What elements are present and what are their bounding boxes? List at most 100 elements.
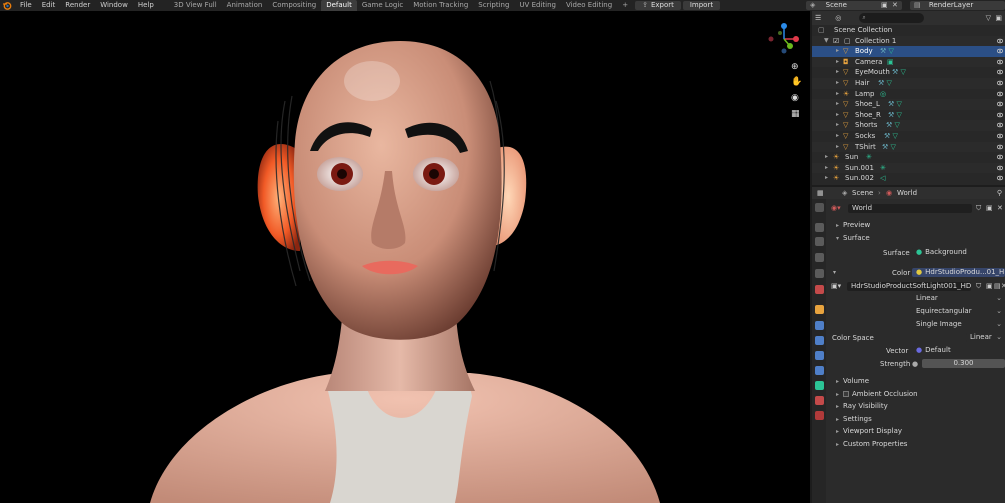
outliner-row-sun[interactable]: ▸ ☀ Sun ✳ — [812, 152, 1005, 163]
constraints-tab-icon[interactable] — [815, 366, 824, 375]
properties-editor-icon[interactable]: ▦ — [817, 189, 824, 197]
eye-icon[interactable] — [997, 80, 1003, 86]
render-layer-selector[interactable]: ▤ RenderLayer — [910, 1, 1005, 10]
export-button[interactable]: ⇪ Export — [635, 1, 681, 10]
expand-icon[interactable]: ▼ — [824, 36, 829, 47]
eye-icon[interactable] — [997, 48, 1003, 54]
ao-checkbox[interactable] — [843, 391, 850, 397]
section-ambient-occlusion[interactable]: ▸ Ambient Occlusion — [836, 390, 918, 398]
strength-slider[interactable]: 0.300 — [922, 359, 1005, 368]
eye-icon[interactable] — [997, 133, 1003, 139]
section-volume[interactable]: ▸ Volume — [836, 377, 869, 385]
unlink-icon[interactable]: ✕ — [997, 204, 1003, 212]
modifier-tab-icon[interactable] — [815, 321, 824, 330]
camera-view-icon[interactable]: ◉ — [791, 93, 799, 103]
new-collection-icon[interactable]: ▣ — [995, 14, 1002, 22]
eye-icon[interactable] — [997, 59, 1003, 65]
tab-uv-editing[interactable]: UV Editing — [514, 0, 561, 11]
outliner-row-socks[interactable]: ▸ ▽ Socks ⚒ ▽ — [812, 131, 1005, 142]
eye-icon[interactable] — [997, 101, 1003, 107]
copy-icon[interactable]: ▣ — [881, 1, 888, 10]
expand-arrow-icon[interactable]: ▾ — [833, 269, 836, 276]
outliner-row-shoe-l[interactable]: ▸ ▽ Shoe_L ⚒ ▽ — [812, 99, 1005, 110]
section-custom-properties[interactable]: ▸ Custom Properties — [836, 440, 907, 448]
image-name-field[interactable]: HdrStudioProductSoftLight001_HDR_4K... — [847, 282, 971, 291]
eye-icon[interactable] — [997, 165, 1003, 171]
world-name-field[interactable]: World — [848, 204, 972, 213]
color-input-field[interactable]: ●HdrStudioProdu...01_HDR_4K.exr — [912, 268, 1005, 277]
data-tab-icon[interactable] — [815, 381, 824, 390]
scene-selector[interactable]: ◈ Scene ▣ ✕ — [806, 1, 902, 10]
outliner-row-scene-collection[interactable]: ▢ Scene Collection — [812, 25, 1005, 36]
tool-tab-icon[interactable] — [815, 203, 824, 212]
eye-icon[interactable] — [997, 69, 1003, 75]
eye-icon[interactable] — [997, 38, 1003, 44]
add-workspace-button[interactable]: + — [617, 0, 633, 11]
blender-logo-icon[interactable] — [2, 1, 12, 10]
section-ray-visibility[interactable]: ▸ Ray Visibility — [836, 402, 888, 410]
3d-viewport[interactable]: ⊕ ✋ ◉ ▦ — [0, 11, 810, 503]
scene-tab-icon[interactable] — [815, 269, 824, 278]
eye-icon[interactable] — [997, 122, 1003, 128]
menu-help[interactable]: Help — [133, 0, 159, 11]
outliner-row-camera[interactable]: ▸ ◘ Camera ▣ — [812, 56, 1005, 68]
particles-tab-icon[interactable] — [815, 336, 824, 345]
duplicate-icon[interactable]: ▣ — [986, 282, 993, 290]
projection-dropdown[interactable]: Equirectangular ⌄ — [912, 307, 1005, 316]
outliner-editor-icon[interactable]: ☰ — [815, 14, 821, 22]
eye-icon[interactable] — [997, 91, 1003, 97]
grid-view-icon[interactable]: ▦ — [791, 109, 800, 119]
surface-shader-field[interactable]: ● Background — [912, 248, 1002, 257]
section-preview[interactable]: ▸ Preview — [836, 221, 870, 229]
pan-view-icon[interactable]: ✋ — [791, 77, 802, 87]
outliner-row-collection[interactable]: ▼ ☑ ▢ Collection 1 — [812, 35, 1005, 47]
outliner-row-lamp[interactable]: ▸ ☀ Lamp ◎ — [812, 89, 1005, 100]
view-layer-tab-icon[interactable] — [815, 253, 824, 262]
menu-file[interactable]: File — [15, 0, 37, 11]
pin-icon[interactable]: ⚲ — [997, 189, 1002, 197]
outliner-row-sun-002[interactable]: ▸ ☀ Sun.002 ◁ — [812, 173, 1005, 184]
outliner-row-shoe-r[interactable]: ▸ ▽ Shoe_R ⚒ ▽ — [812, 110, 1005, 121]
color-space-dropdown[interactable]: Linear ⌄ — [966, 333, 1005, 342]
eye-icon[interactable] — [997, 144, 1003, 150]
menu-edit[interactable]: Edit — [37, 0, 61, 11]
eye-icon[interactable] — [997, 112, 1003, 118]
material-tab-icon[interactable] — [815, 396, 824, 405]
tab-compositing[interactable]: Compositing — [267, 0, 321, 11]
filter-icon[interactable]: ▽ — [986, 14, 991, 22]
menu-render[interactable]: Render — [60, 0, 95, 11]
tab-scripting[interactable]: Scripting — [473, 0, 514, 11]
duplicate-icon[interactable]: ▣ — [986, 204, 993, 212]
outliner-row-tshirt[interactable]: ▸ ▽ TShirt ⚒ ▽ — [812, 141, 1005, 153]
zoom-view-icon[interactable]: ⊕ — [791, 62, 799, 72]
open-file-icon[interactable]: ▤ — [994, 282, 1001, 290]
world-browse-icon[interactable]: ◉▾ — [831, 204, 841, 212]
tab-game-logic[interactable]: Game Logic — [357, 0, 408, 11]
close-icon[interactable]: ✕ — [892, 1, 898, 10]
section-settings[interactable]: ▸ Settings — [836, 415, 872, 423]
vector-input-field[interactable]: ● Default — [912, 346, 1005, 355]
output-tab-icon[interactable] — [815, 237, 824, 246]
import-button[interactable]: Import — [682, 1, 721, 10]
breadcrumb-world[interactable]: World — [897, 189, 917, 197]
outliner-row-eyemouth[interactable]: ▸ ▽ EyeMouth ⚒ ▽ — [812, 67, 1005, 78]
breadcrumb-scene[interactable]: Scene — [852, 189, 873, 197]
checkbox-icon[interactable]: ☑ — [833, 36, 839, 47]
display-mode-icon[interactable]: ◎ — [835, 14, 841, 22]
fake-user-icon[interactable]: ⛉ — [976, 282, 981, 291]
texture-tab-icon[interactable] — [815, 411, 824, 420]
eye-icon[interactable] — [997, 175, 1003, 181]
outliner-row-body[interactable]: ▸ ▽ Body ⚒ ▽ — [812, 46, 1005, 57]
outliner-row-sun-001[interactable]: ▸ ☀ Sun.001 ✳ — [812, 162, 1005, 174]
render-tab-icon[interactable] — [815, 223, 824, 232]
object-tab-icon[interactable] — [815, 305, 824, 314]
outliner-row-hair[interactable]: ▸ ▽ Hair ⚒ ▽ — [812, 77, 1005, 89]
tab-animation[interactable]: Animation — [222, 0, 268, 11]
tab-3d-view-full[interactable]: 3D View Full — [169, 0, 222, 11]
section-viewport-display[interactable]: ▸ Viewport Display — [836, 427, 902, 435]
menu-window[interactable]: Window — [95, 0, 133, 11]
navigation-gizmo[interactable] — [766, 21, 802, 57]
tab-default[interactable]: Default — [321, 0, 357, 11]
section-surface[interactable]: ▾ Surface — [836, 234, 870, 242]
outliner-row-shorts[interactable]: ▸ ▽ Shorts ⚒ ▽ — [812, 120, 1005, 131]
